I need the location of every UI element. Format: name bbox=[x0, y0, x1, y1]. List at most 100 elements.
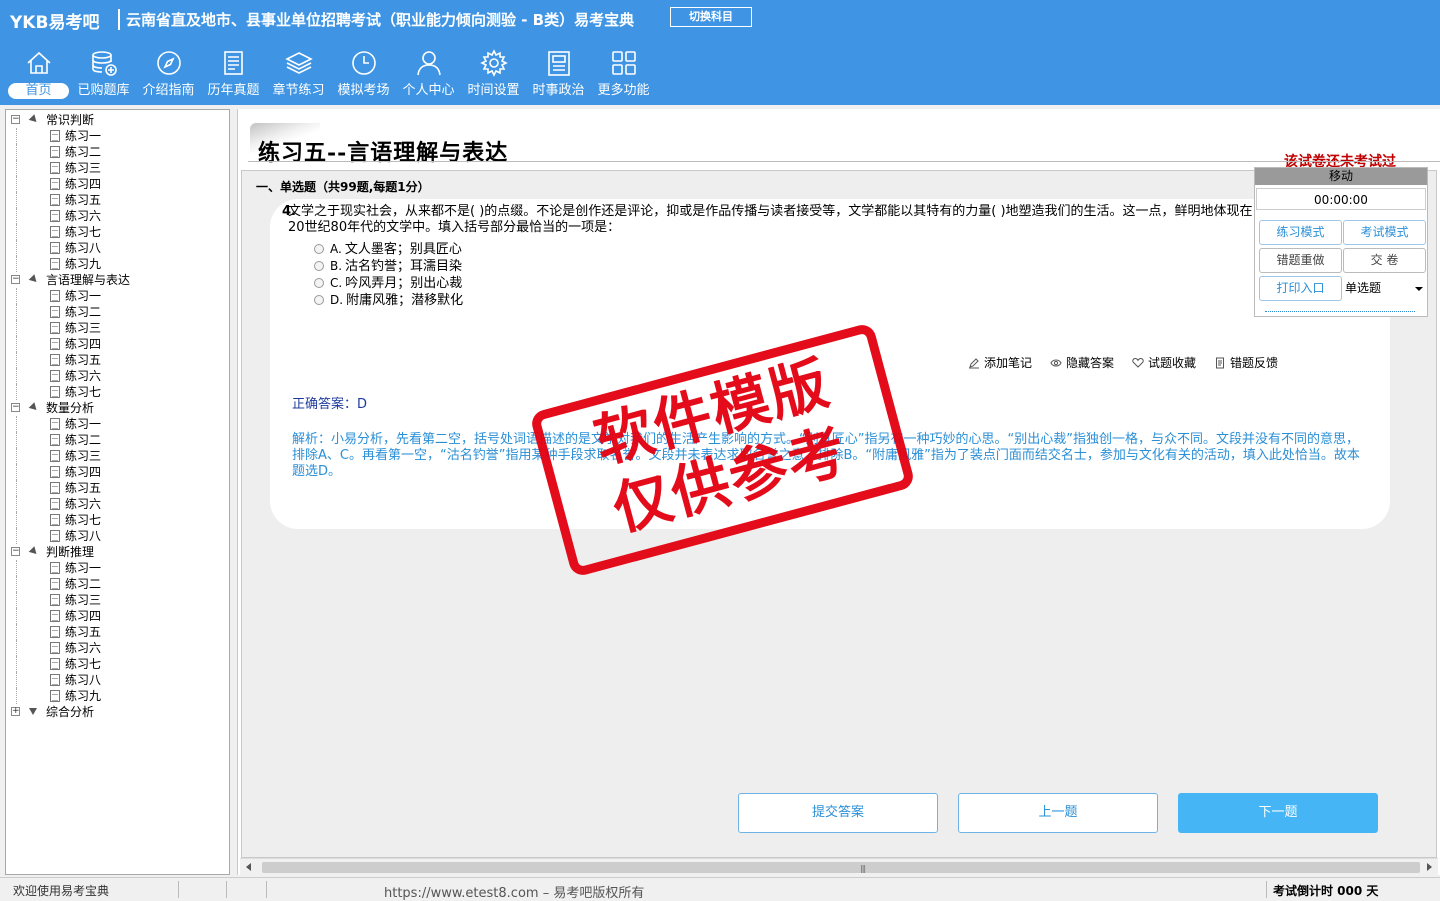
tree-item[interactable]: 练习六 bbox=[6, 208, 229, 224]
tree-category[interactable]: + 综合分析 bbox=[6, 704, 229, 720]
tree-item[interactable]: 练习一 bbox=[6, 288, 229, 304]
collapse-icon[interactable]: − bbox=[11, 403, 20, 412]
tree-item-label: 练习三 bbox=[65, 161, 102, 175]
tree-item[interactable]: 练习七 bbox=[6, 512, 229, 528]
tree-item[interactable]: 练习三 bbox=[6, 592, 229, 608]
tree-category[interactable]: − 常识判断 bbox=[6, 112, 229, 128]
submit-paper-button[interactable]: 交 卷 bbox=[1343, 248, 1426, 273]
tree-item[interactable]: 练习二 bbox=[6, 304, 229, 320]
tree-line bbox=[16, 528, 17, 544]
tree-line bbox=[16, 240, 17, 256]
nav-past-papers[interactable]: 历年真题 bbox=[201, 46, 266, 104]
tree-item[interactable]: 练习四 bbox=[6, 608, 229, 624]
submit-answer-button[interactable]: 提交答案 bbox=[738, 793, 938, 833]
add-note-button[interactable]: 添加笔记 bbox=[968, 354, 1032, 371]
panel-slider[interactable] bbox=[1265, 311, 1415, 312]
next-question-button[interactable]: 下一题 bbox=[1178, 793, 1378, 833]
scroll-left-icon[interactable] bbox=[246, 863, 251, 871]
collapse-icon[interactable]: − bbox=[11, 115, 20, 124]
tree-item[interactable]: 练习三 bbox=[6, 160, 229, 176]
nav-chapter-practice[interactable]: 章节练习 bbox=[266, 46, 331, 104]
tree-item[interactable]: 练习四 bbox=[6, 336, 229, 352]
tree-item[interactable]: 练习八 bbox=[6, 528, 229, 544]
tree-item[interactable]: 练习五 bbox=[6, 352, 229, 368]
option-d[interactable]: D. 附庸风雅；潜移默化 bbox=[314, 292, 463, 309]
tree-item[interactable]: 练习一 bbox=[6, 416, 229, 432]
tree-item[interactable]: 练习四 bbox=[6, 464, 229, 480]
move-handle[interactable]: 移动 bbox=[1255, 168, 1427, 185]
tree-item[interactable]: 练习二 bbox=[6, 432, 229, 448]
nav-time-settings[interactable]: 时间设置 bbox=[461, 46, 526, 104]
nav-purchased-bank[interactable]: 已购题库 bbox=[71, 46, 136, 104]
tree-item[interactable]: 练习九 bbox=[6, 688, 229, 704]
question-type-value: 单选题 bbox=[1345, 281, 1382, 295]
tree-item[interactable]: 练习八 bbox=[6, 240, 229, 256]
error-feedback-button[interactable]: 错题反馈 bbox=[1214, 354, 1278, 371]
question-type-select[interactable]: 单选题 bbox=[1343, 276, 1427, 301]
tree-item[interactable]: 练习八 bbox=[6, 672, 229, 688]
tree-category[interactable]: − 言语理解与表达 bbox=[6, 272, 229, 288]
expand-icon[interactable]: + bbox=[11, 707, 20, 716]
heart-icon bbox=[1132, 357, 1144, 368]
nav-mock-exam[interactable]: 模拟考场 bbox=[331, 46, 396, 104]
document-icon bbox=[50, 514, 60, 526]
tree-arrow-icon bbox=[29, 708, 37, 715]
tree-item[interactable]: 练习一 bbox=[6, 560, 229, 576]
radio-button[interactable] bbox=[314, 278, 324, 288]
tree-item[interactable]: 练习七 bbox=[6, 224, 229, 240]
hide-answer-button[interactable]: 隐藏答案 bbox=[1050, 354, 1114, 371]
tree-item[interactable]: 练习六 bbox=[6, 640, 229, 656]
tree-line bbox=[16, 560, 17, 576]
tree-category[interactable]: − 判断推理 bbox=[6, 544, 229, 560]
tree-item[interactable]: 练习五 bbox=[6, 192, 229, 208]
horizontal-scrollbar[interactable]: ||| bbox=[240, 858, 1438, 875]
nav-guide[interactable]: 介绍指南 bbox=[136, 46, 201, 104]
redo-wrong-button[interactable]: 错题重做 bbox=[1259, 248, 1342, 273]
radio-button[interactable] bbox=[314, 261, 324, 271]
favorite-question-button[interactable]: 试题收藏 bbox=[1132, 354, 1196, 371]
tree-category-label: 言语理解与表达 bbox=[46, 273, 131, 287]
nav-home[interactable]: 首页 bbox=[6, 46, 71, 104]
print-entry-button[interactable]: 打印入口 bbox=[1259, 276, 1342, 301]
home-icon bbox=[26, 51, 51, 74]
exam-mode-button[interactable]: 考试模式 bbox=[1343, 220, 1426, 245]
tree-item-label: 练习五 bbox=[65, 193, 102, 207]
tree-item[interactable]: 练习六 bbox=[6, 368, 229, 384]
feedback-icon bbox=[1216, 357, 1225, 368]
tree-item[interactable]: 练习七 bbox=[6, 384, 229, 400]
tree-item[interactable]: 练习三 bbox=[6, 448, 229, 464]
tree-line bbox=[16, 304, 17, 320]
nav-current-affairs[interactable]: 时事政治 bbox=[526, 46, 591, 104]
tree-item[interactable]: 练习九 bbox=[6, 256, 229, 272]
tree-item-label: 练习九 bbox=[65, 689, 102, 703]
tree-item[interactable]: 练习二 bbox=[6, 144, 229, 160]
tree-item[interactable]: 练习三 bbox=[6, 320, 229, 336]
radio-button[interactable] bbox=[314, 295, 324, 305]
nav-label: 历年真题 bbox=[207, 83, 260, 98]
tree-item[interactable]: 练习一 bbox=[6, 128, 229, 144]
practice-mode-button[interactable]: 练习模式 bbox=[1259, 220, 1342, 245]
collapse-icon[interactable]: − bbox=[11, 547, 20, 556]
previous-question-button[interactable]: 上一题 bbox=[958, 793, 1158, 833]
scrollbar-thumb[interactable]: ||| bbox=[262, 862, 1420, 873]
switch-subject-button[interactable]: 切换科目 bbox=[670, 7, 752, 27]
tree-item[interactable]: 练习五 bbox=[6, 480, 229, 496]
nav-personal-center[interactable]: 个人中心 bbox=[396, 46, 461, 104]
tree-item[interactable]: 练习二 bbox=[6, 576, 229, 592]
status-separator bbox=[266, 881, 267, 898]
option-a[interactable]: A. 文人墨客；别具匠心 bbox=[314, 241, 462, 258]
tree-category[interactable]: − 数量分析 bbox=[6, 400, 229, 416]
option-b[interactable]: B. 沽名钓誉；耳濡目染 bbox=[314, 258, 462, 275]
nav-more-features[interactable]: 更多功能 bbox=[591, 46, 656, 104]
tree-item[interactable]: 练习六 bbox=[6, 496, 229, 512]
nav-label: 模拟考场 bbox=[337, 83, 390, 98]
collapse-icon[interactable]: − bbox=[11, 275, 20, 284]
scroll-right-icon[interactable] bbox=[1427, 863, 1432, 871]
radio-button[interactable] bbox=[314, 244, 324, 254]
tree-item[interactable]: 练习七 bbox=[6, 656, 229, 672]
tree-item[interactable]: 练习四 bbox=[6, 176, 229, 192]
tree-item-label: 练习七 bbox=[65, 225, 102, 239]
option-text: 文人墨客；别具匠心 bbox=[344, 242, 462, 257]
tree-item[interactable]: 练习五 bbox=[6, 624, 229, 640]
option-c[interactable]: C. 吟风弄月；别出心裁 bbox=[314, 275, 462, 292]
